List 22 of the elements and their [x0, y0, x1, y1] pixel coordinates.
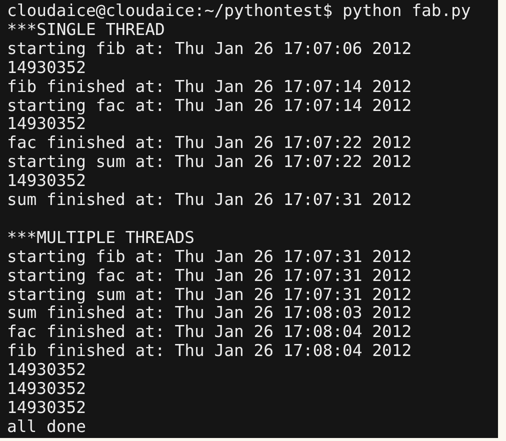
output-line: 14930352 [7, 361, 86, 380]
command-line: cloudaice@cloudaice:~/pythontest$ python fab.py [7, 2, 471, 21]
output-line: fac finished at: Thu Jan 26 17:07:22 2012 [7, 134, 412, 154]
output-line: starting fib at: Thu Jan 26 17:07:31 2012 [7, 248, 412, 267]
output-line: starting sum at: Thu Jan 26 17:07:22 2012 [7, 153, 412, 172]
output-line: sum finished at: Thu Jan 26 17:08:03 2012 [7, 304, 412, 324]
output-line: ***SINGLE THREAD [7, 20, 165, 40]
output-line: starting fac at: Thu Jan 26 17:07:31 2012 [7, 266, 412, 286]
output-line: 14930352 [7, 380, 86, 400]
output-line: 14930352 [7, 172, 86, 192]
output-line: sum finished at: Thu Jan 26 17:07:31 2012 [7, 191, 412, 210]
output-line: starting sum at: Thu Jan 26 17:07:31 2012 [7, 286, 412, 304]
output-line: all done [7, 418, 86, 437]
output-line: fac finished at: Thu Jan 26 17:08:04 2012 [7, 323, 412, 342]
output-line: 14930352 [7, 399, 86, 418]
output-line: starting fib at: Thu Jan 26 17:07:06 2012 [7, 40, 412, 59]
output-line: ***MULTIPLE THREADS [7, 228, 194, 248]
output-line: fib finished at: Thu Jan 26 17:07:14 2012 [7, 78, 412, 97]
output-line: starting fac at: Thu Jan 26 17:07:14 2012 [7, 96, 412, 116]
output-line: fib finished at: Thu Jan 26 17:08:04 2012 [7, 342, 412, 362]
output-line: 14930352 [7, 115, 86, 134]
output-line: 14930352 [7, 58, 86, 78]
